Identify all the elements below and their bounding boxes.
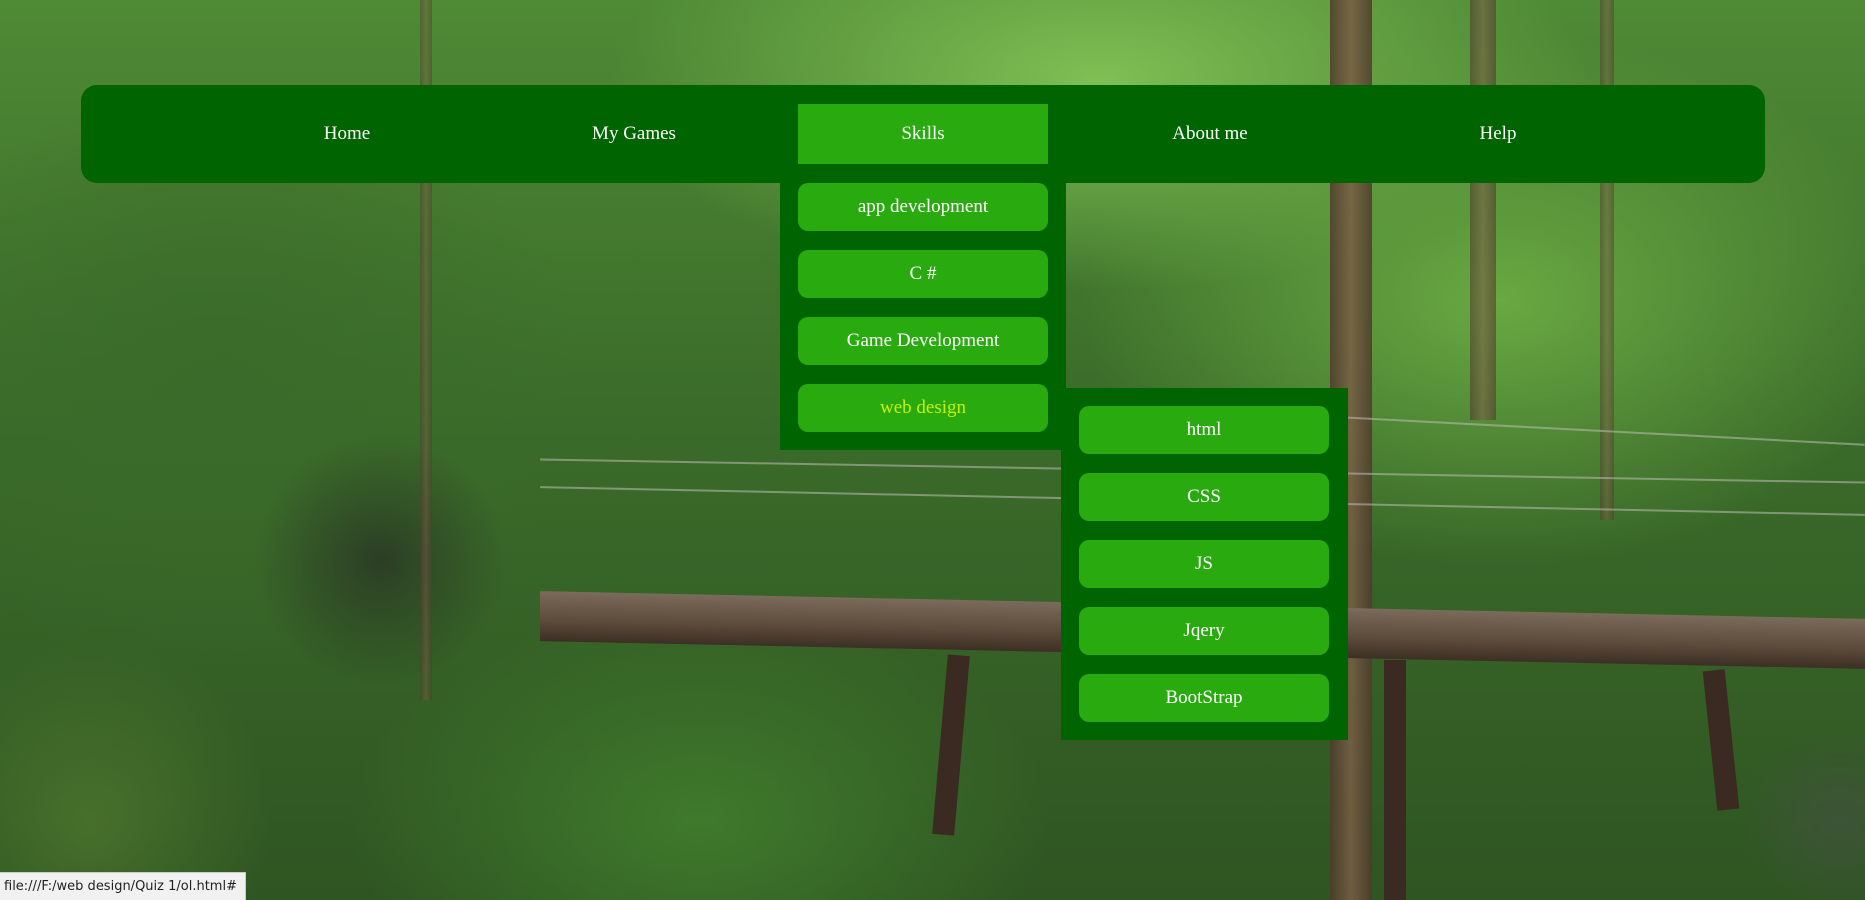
nav-home[interactable]: Home xyxy=(222,104,472,164)
web-design-item-js[interactable]: JS xyxy=(1079,540,1329,588)
skills-item-game-development[interactable]: Game Development xyxy=(798,317,1048,365)
skills-item-csharp[interactable]: C # xyxy=(798,250,1048,298)
skills-item-web-design[interactable]: web design xyxy=(798,384,1048,432)
skills-dropdown: app development C # Game Development web… xyxy=(780,183,1066,450)
nav-help[interactable]: Help xyxy=(1373,104,1623,164)
web-design-submenu: html CSS JS Jqery BootStrap xyxy=(1061,388,1348,740)
web-design-item-jquery[interactable]: Jqery xyxy=(1079,607,1329,655)
nav-my-games[interactable]: My Games xyxy=(509,104,759,164)
nav-about-me[interactable]: About me xyxy=(1085,104,1335,164)
web-design-item-bootstrap[interactable]: BootStrap xyxy=(1079,674,1329,722)
status-bar-url: file:///F:/web design/Quiz 1/ol.html# xyxy=(0,872,246,900)
web-design-item-css[interactable]: CSS xyxy=(1079,473,1329,521)
skills-item-app-development[interactable]: app development xyxy=(798,183,1048,231)
web-design-item-html[interactable]: html xyxy=(1079,406,1329,454)
nav-skills[interactable]: Skills xyxy=(798,104,1048,164)
main-navbar: Home My Games Skills About me Help xyxy=(81,85,1765,183)
